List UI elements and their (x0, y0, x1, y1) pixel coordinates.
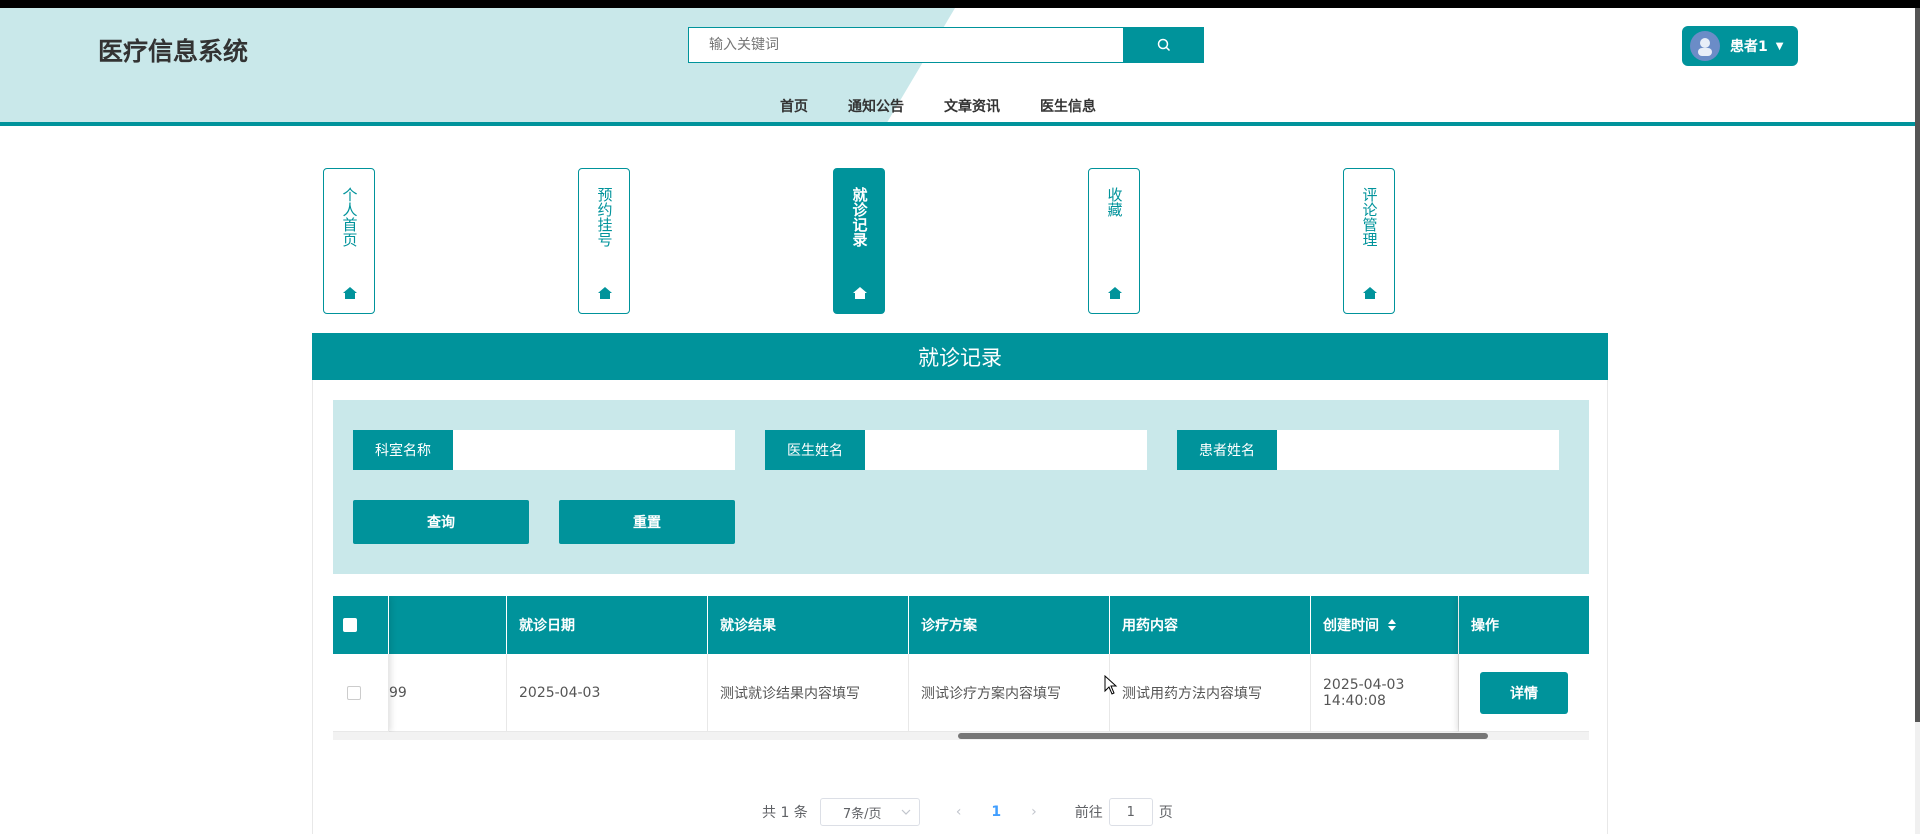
patient-field: 患者姓名 (1177, 430, 1559, 470)
search-icon (1157, 38, 1171, 52)
site-logo: 医疗信息系统 (98, 37, 249, 66)
tab-appointment[interactable]: 预约挂号 (578, 168, 630, 314)
tab-visit-records[interactable]: 就诊记录 (833, 168, 885, 314)
column-header (389, 596, 507, 654)
tab-label: 收藏 (1105, 187, 1124, 217)
row-date: 2025-04-03 (507, 654, 708, 732)
user-name: 患者1 (1730, 39, 1768, 55)
nav-notices[interactable]: 通知公告 (848, 96, 904, 116)
column-header-created[interactable]: 创建时间 (1311, 596, 1459, 654)
column-header-date[interactable]: 就诊日期 (507, 596, 708, 654)
tab-label: 就诊记录 (850, 187, 869, 247)
nav-articles[interactable]: 文章资讯 (944, 96, 1000, 116)
goto-label: 前往 (1074, 805, 1103, 821)
nav-doctors[interactable]: 医生信息 (1040, 96, 1096, 116)
tab-label: 评论管理 (1360, 187, 1379, 247)
fixed-left-column-shadow (333, 596, 389, 732)
window-top-edge (0, 0, 1920, 8)
page-scrollbar[interactable] (1915, 8, 1920, 834)
page-scrollbar-thumb[interactable] (1915, 8, 1920, 722)
row-partial-cell: 99 (389, 654, 507, 732)
table-scrollbar-thumb[interactable] (958, 733, 1488, 739)
department-label: 科室名称 (353, 430, 453, 470)
filter-form: 科室名称 医生姓名 患者姓名 查询 重置 (333, 400, 1589, 574)
user-menu-button[interactable]: 患者1 ▼ (1682, 26, 1798, 66)
prev-page-button[interactable]: ‹ (956, 804, 962, 820)
home-icon (598, 287, 612, 299)
table-row: 99 2025-04-03 测试就诊结果内容填写 测试诊疗方案内容填写 测试用药… (333, 654, 1589, 732)
department-field: 科室名称 (353, 430, 735, 470)
column-header-plan[interactable]: 诊疗方案 (909, 596, 1110, 654)
row-medication: 测试用药方法内容填写 (1110, 654, 1311, 732)
tab-label: 预约挂号 (595, 187, 614, 247)
home-icon (1363, 287, 1377, 299)
tab-favorites[interactable]: 收藏 (1088, 168, 1140, 314)
tab-label: 个人首页 (340, 187, 359, 247)
home-icon (343, 287, 357, 299)
row-result: 测试就诊结果内容填写 (708, 654, 909, 732)
column-header-result[interactable]: 就诊结果 (708, 596, 909, 654)
page-number-current[interactable]: 1 (991, 804, 1001, 820)
fixed-right-column-shadow (1459, 596, 1589, 732)
mouse-cursor-icon (1104, 675, 1118, 695)
chevron-down-icon (901, 809, 911, 815)
records-table: 就诊日期 就诊结果 诊疗方案 用药内容 创建时间 操作 99 2025-04-0… (333, 596, 1589, 740)
doctor-input[interactable] (865, 430, 1147, 470)
nav-home[interactable]: 首页 (780, 96, 808, 116)
page-size-select[interactable]: 7条/页 (819, 798, 920, 826)
total-count: 共 1 条 (762, 805, 808, 821)
main-nav: 首页 通知公告 文章资讯 医生信息 (780, 96, 1136, 116)
doctor-field: 医生姓名 (765, 430, 1147, 470)
sort-icon[interactable] (1387, 618, 1397, 632)
search-button[interactable] (1124, 27, 1204, 63)
page-size-value: 7条/页 (842, 806, 882, 822)
column-header-medication[interactable]: 用药内容 (1110, 596, 1311, 654)
column-header-created-label: 创建时间 (1323, 618, 1379, 634)
goto-page-input[interactable]: 1 (1108, 798, 1153, 826)
table-header: 就诊日期 就诊结果 诊疗方案 用药内容 创建时间 操作 (333, 596, 1589, 654)
center-tabs: 个人首页 预约挂号 就诊记录 收藏 评论管理 (0, 168, 1920, 316)
pagination: 共 1 条 7条/页 ‹ 1 › 前往 1 页 (762, 798, 1173, 826)
avatar (1690, 31, 1720, 61)
next-page-button[interactable]: › (1031, 804, 1037, 820)
tab-personal-home[interactable]: 个人首页 (323, 168, 375, 314)
site-header: 医疗信息系统 首页 通知公告 文章资讯 医生信息 患者1 ▼ (0, 8, 1915, 126)
row-plan: 测试诊疗方案内容填写 (909, 654, 1110, 732)
row-created: 2025-04-03 14:40:08 (1311, 654, 1459, 732)
patient-input[interactable] (1277, 430, 1559, 470)
home-icon (1108, 287, 1122, 299)
search-input[interactable] (688, 27, 1124, 63)
department-input[interactable] (453, 430, 735, 470)
table-horizontal-scrollbar[interactable] (333, 732, 1589, 740)
search-bar (688, 27, 1204, 63)
page-title: 就诊记录 (312, 333, 1608, 380)
records-panel: 科室名称 医生姓名 患者姓名 查询 重置 就诊日期 就诊结果 诊疗方案 用药内容… (312, 380, 1608, 834)
doctor-label: 医生姓名 (765, 430, 865, 470)
tab-comments[interactable]: 评论管理 (1343, 168, 1395, 314)
page-suffix: 页 (1158, 805, 1173, 821)
query-button[interactable]: 查询 (353, 500, 529, 544)
patient-label: 患者姓名 (1177, 430, 1277, 470)
home-icon (853, 287, 867, 299)
chevron-down-icon: ▼ (1775, 40, 1784, 52)
reset-button[interactable]: 重置 (559, 500, 735, 544)
